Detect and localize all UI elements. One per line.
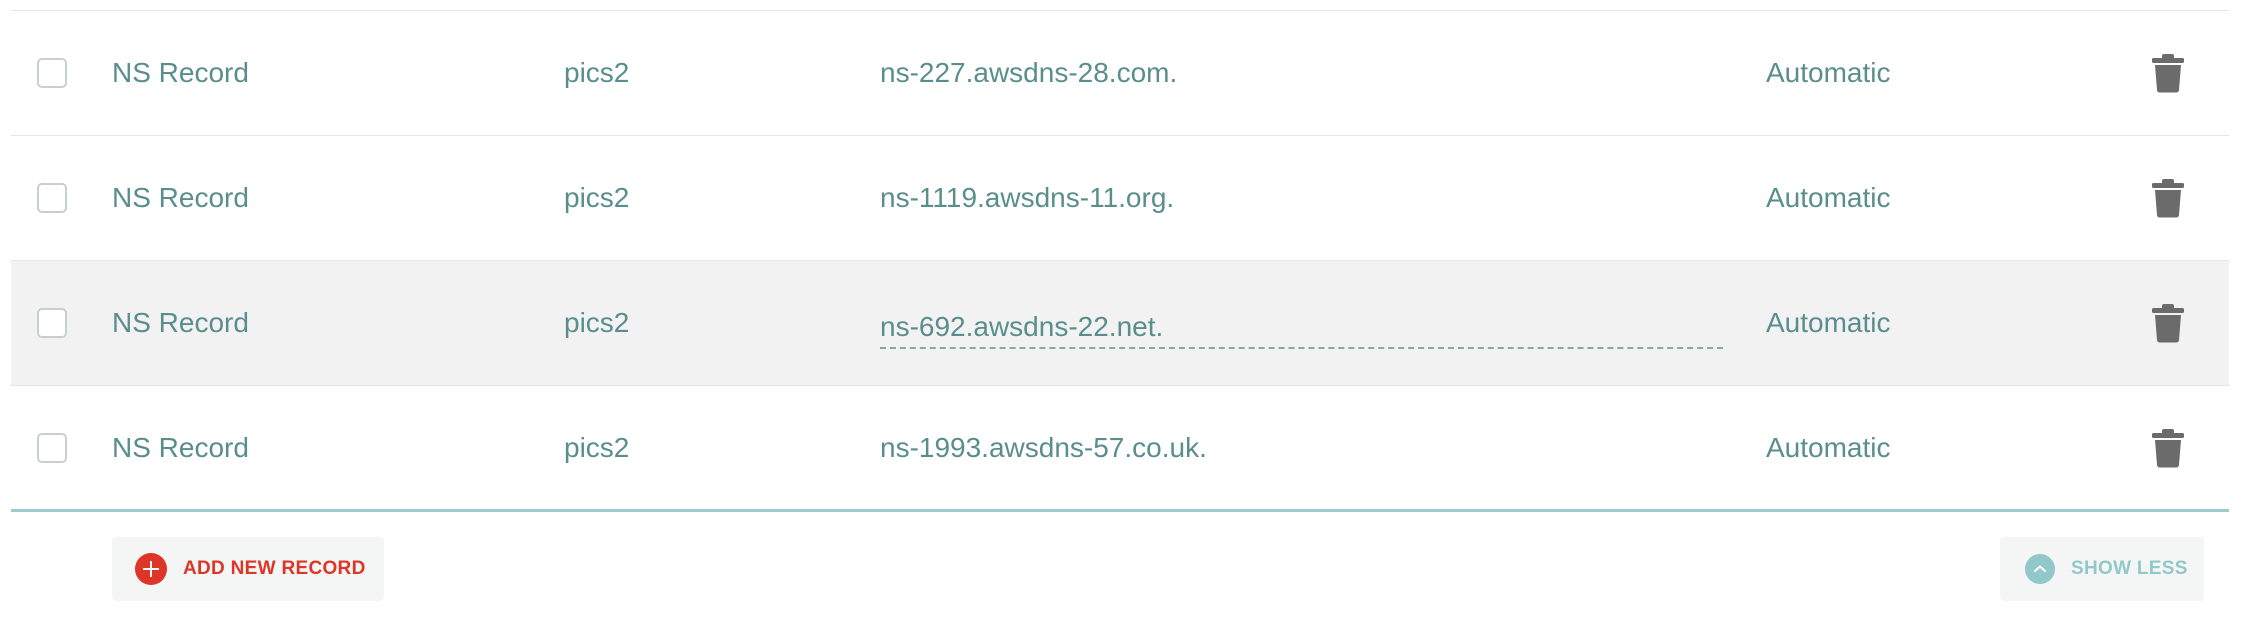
record-ttl[interactable]: Automatic: [1766, 136, 1891, 260]
show-less-button[interactable]: SHOW LESS: [2000, 537, 2204, 601]
record-ttl[interactable]: Automatic: [1766, 11, 1891, 135]
record-ttl[interactable]: Automatic: [1766, 386, 1891, 509]
record-value[interactable]: ns-692.awsdns-22.net.: [880, 311, 1163, 343]
records-footer: ADD NEW RECORD SHOW LESS: [0, 537, 2242, 603]
row-checkbox[interactable]: [37, 58, 67, 88]
record-value-editable[interactable]: ns-692.awsdns-22.net.: [880, 311, 1723, 349]
record-name[interactable]: pics2: [564, 386, 629, 509]
row-checkbox[interactable]: [37, 308, 67, 338]
record-type: NS Record: [112, 431, 249, 463]
record-value[interactable]: ns-227.awsdns-28.com.: [880, 57, 1177, 89]
dns-records-panel: NS Record pics2 ns-227.awsdns-28.com. Au…: [0, 0, 2242, 624]
record-ttl[interactable]: Automatic: [1766, 261, 1891, 385]
chevron-up-circle-icon: [2025, 554, 2055, 584]
add-new-record-button[interactable]: ADD NEW RECORD: [112, 537, 384, 601]
table-row[interactable]: NS Record pics2 ns-1993.awsdns-57.co.uk.…: [11, 386, 2229, 512]
dns-records-table: NS Record pics2 ns-227.awsdns-28.com. Au…: [11, 10, 2229, 512]
plus-circle-icon: [135, 553, 167, 585]
row-checkbox[interactable]: [37, 183, 67, 213]
record-name[interactable]: pics2: [564, 261, 629, 385]
trash-icon[interactable]: [2152, 53, 2184, 93]
trash-icon[interactable]: [2152, 178, 2184, 218]
record-value[interactable]: ns-1993.awsdns-57.co.uk.: [880, 432, 1207, 464]
trash-icon[interactable]: [2152, 428, 2184, 468]
record-value[interactable]: ns-1119.awsdns-11.org.: [880, 182, 1174, 214]
record-type: NS Record: [112, 307, 249, 338]
trash-icon[interactable]: [2152, 303, 2184, 343]
record-type: NS Record: [112, 182, 249, 213]
add-new-record-label: ADD NEW RECORD: [183, 558, 366, 579]
row-checkbox[interactable]: [37, 432, 67, 463]
table-row[interactable]: NS Record pics2 ns-1119.awsdns-11.org. A…: [11, 136, 2229, 261]
table-row[interactable]: NS Record pics2 ns-692.awsdns-22.net. Au…: [11, 261, 2229, 386]
record-name[interactable]: pics2: [564, 136, 629, 260]
show-less-label: SHOW LESS: [2071, 558, 2188, 579]
table-row[interactable]: NS Record pics2 ns-227.awsdns-28.com. Au…: [11, 10, 2229, 136]
record-type: NS Record: [112, 57, 249, 88]
chevron-up-icon: [2034, 565, 2046, 572]
record-name[interactable]: pics2: [564, 11, 629, 135]
